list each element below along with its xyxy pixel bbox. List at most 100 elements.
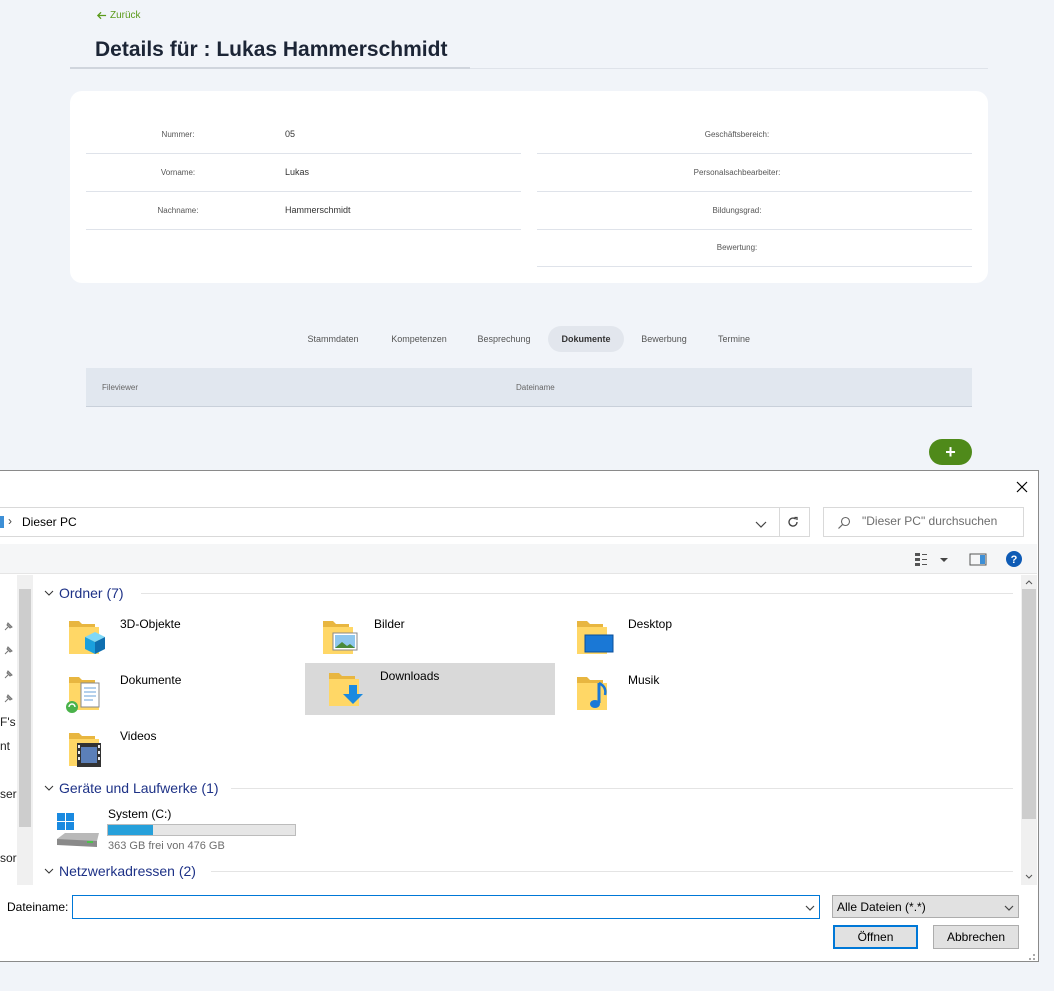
detail-label: Geschäftsbereich: <box>704 130 770 139</box>
folder-bilder[interactable]: Bilder <box>299 611 549 663</box>
this-pc-icon <box>0 516 4 528</box>
windows-drive-icon <box>57 813 99 847</box>
pin-icon[interactable] <box>2 621 14 633</box>
videos-folder-icon <box>69 733 101 767</box>
detail-label: Nummer: <box>161 130 195 139</box>
scrollbar-thumb[interactable] <box>1022 589 1036 819</box>
downloads-folder-icon <box>329 673 363 706</box>
group-header-drives[interactable]: Geräte und Laufwerke (1) <box>43 778 219 798</box>
svg-text:?: ? <box>1011 554 1018 566</box>
group-header-label: Geräte und Laufwerke (1) <box>59 780 219 796</box>
filename-label: Dateiname: <box>7 900 69 914</box>
detail-label: Personalsachbearbeiter: <box>693 168 781 177</box>
column-header-dateiname: Dateiname <box>516 383 555 392</box>
drive-usage-bar <box>107 824 296 836</box>
documents-folder-icon <box>66 677 100 713</box>
group-divider <box>211 871 1013 872</box>
detail-label: Vorname: <box>160 168 196 177</box>
filetype-select[interactable]: Alle Dateien (*.*) <box>832 895 1019 918</box>
detail-value: Lukas <box>285 167 310 177</box>
pin-icon[interactable] <box>2 669 14 681</box>
address-path: Dieser PC <box>22 515 77 529</box>
content-pane: Ordner (7) 3D-Objekte Bilder Desktop Dok… <box>33 575 1021 885</box>
detail-row-nummer: Nummer: 05 <box>86 116 521 154</box>
folder-downloads[interactable]: Downloads <box>305 663 555 715</box>
chevron-down-icon[interactable] <box>803 901 817 915</box>
resize-grip-icon[interactable] <box>1024 949 1036 961</box>
detail-label: Nachname: <box>157 206 199 215</box>
documents-table-header: Fileviewer Dateiname <box>86 368 972 407</box>
detail-label: Bildungsgrad: <box>712 206 762 215</box>
drive-usage-fill <box>108 825 153 835</box>
folder-videos[interactable]: Videos <box>45 723 295 775</box>
tab-dokumente[interactable]: Dokumente <box>548 326 624 352</box>
navigation-scrollbar[interactable] <box>17 575 33 885</box>
chevron-down-icon[interactable] <box>750 516 772 532</box>
tab-stammdaten[interactable]: Stammdaten <box>294 326 372 352</box>
tab-kompetenzen[interactable]: Kompetenzen <box>380 326 458 352</box>
nav-item-fragment[interactable]: sor <box>0 851 17 865</box>
detail-row-nachname: Nachname: Hammerschmidt <box>86 192 521 230</box>
pin-icon[interactable] <box>2 645 14 657</box>
detail-value: Hammerschmidt <box>285 205 351 215</box>
address-bar[interactable]: › Dieser PC <box>0 507 810 537</box>
search-box[interactable] <box>823 507 1024 537</box>
file-open-dialog: › Dieser PC ? F's nt sers sor Ordner (7) <box>0 470 1039 962</box>
group-divider <box>141 593 1013 594</box>
detail-label: Bewertung: <box>716 243 758 252</box>
detail-value: 05 <box>285 129 296 139</box>
group-header-folders[interactable]: Ordner (7) <box>43 583 124 603</box>
chevron-down-icon <box>44 785 54 791</box>
drive-name: System (C:) <box>108 807 172 821</box>
add-document-button[interactable]: + <box>929 439 972 465</box>
content-scrollbar[interactable] <box>1021 575 1037 885</box>
divider <box>779 508 780 536</box>
chevron-down-icon <box>1004 905 1014 911</box>
folder-name: Downloads <box>380 669 440 683</box>
tab-bar: Stammdaten Kompetenzen Besprechung Dokum… <box>0 326 1054 352</box>
refresh-icon[interactable] <box>785 514 801 530</box>
caret-down-icon[interactable] <box>938 550 950 568</box>
pin-icon[interactable] <box>2 693 14 705</box>
help-icon[interactable]: ? <box>1004 550 1024 568</box>
folder-3d-objekte[interactable]: 3D-Objekte <box>45 611 295 663</box>
nav-item-fragment[interactable]: F's <box>0 715 16 729</box>
scroll-down-icon[interactable] <box>1024 872 1034 882</box>
page-title: Details für : Lukas Hammerschmidt <box>95 38 448 61</box>
folder-name: Musik <box>628 673 660 687</box>
open-button[interactable]: Öffnen <box>833 925 918 949</box>
tab-besprechung[interactable]: Besprechung <box>465 326 543 352</box>
group-header-network[interactable]: Netzwerkadressen (2) <box>43 861 196 881</box>
scroll-up-icon[interactable] <box>1024 577 1034 587</box>
group-header-label: Netzwerkadressen (2) <box>59 863 196 879</box>
detail-row-geschaeftsbereich: Geschäftsbereich: <box>537 116 972 154</box>
close-button[interactable] <box>1012 477 1032 497</box>
filename-input[interactable] <box>77 899 797 913</box>
nav-item-fragment[interactable]: nt <box>0 739 10 753</box>
search-input[interactable] <box>862 514 1020 528</box>
folder-desktop[interactable]: Desktop <box>553 611 803 663</box>
search-icon <box>838 516 851 529</box>
dialog-toolbar: ? <box>0 544 1037 574</box>
tab-termine[interactable]: Termine <box>704 326 764 352</box>
back-link[interactable]: Zurück <box>96 10 141 21</box>
view-options-icon[interactable] <box>914 550 928 568</box>
scrollbar-thumb[interactable] <box>19 589 31 827</box>
back-link-label: Zurück <box>110 10 141 21</box>
folder-dokumente[interactable]: Dokumente <box>45 667 295 719</box>
folder-musik[interactable]: Musik <box>553 667 803 719</box>
breadcrumb-chevron-icon: › <box>8 514 12 528</box>
close-icon <box>1016 481 1028 493</box>
group-divider <box>231 788 1013 789</box>
drive-system-c[interactable]: System (C:) 363 GB frei von 476 GB <box>53 805 353 855</box>
detail-row-bewertung: Bewertung: <box>537 229 972 267</box>
preview-pane-icon[interactable] <box>968 550 988 568</box>
detail-row-personalsachbearbeiter: Personalsachbearbeiter: <box>537 154 972 192</box>
filename-combobox[interactable] <box>72 895 820 919</box>
detail-row-bildungsgrad: Bildungsgrad: <box>537 192 972 230</box>
cancel-button[interactable]: Abbrechen <box>933 925 1019 949</box>
group-header-label: Ordner (7) <box>59 585 124 601</box>
3d-objects-folder-icon <box>69 621 105 654</box>
title-underline <box>70 67 470 69</box>
tab-bewerbung[interactable]: Bewerbung <box>628 326 700 352</box>
